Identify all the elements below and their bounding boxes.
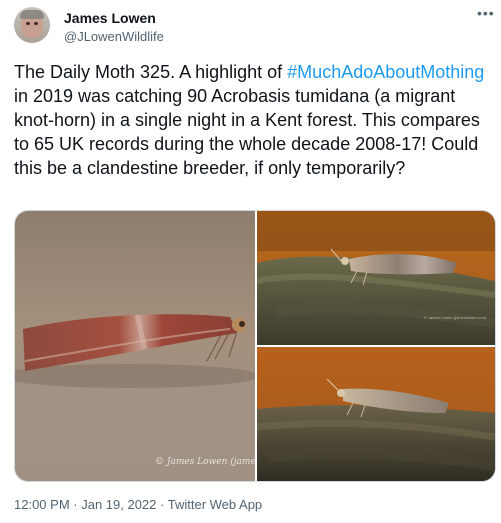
avatar[interactable]	[14, 7, 50, 43]
media-grid: © James Lowen (james © James Lowen (jame…	[14, 210, 496, 482]
more-options-icon[interactable]: •••	[477, 5, 495, 21]
tweet-text-part1: The Daily Moth 325. A highlight of	[14, 62, 288, 82]
tweet-source: Twitter Web App	[167, 497, 263, 512]
tweet-time[interactable]: 12:00 PM	[14, 497, 70, 512]
avatar-hair	[20, 10, 44, 19]
watermark-2: © James Lowen (jameslowen.com)	[424, 315, 487, 320]
watermark-1: © James Lowen (james	[155, 457, 255, 467]
tweet-date[interactable]: Jan 19, 2022	[81, 497, 156, 512]
tweet-card: James Lowen @JLowenWildlife ••• The Dail…	[0, 0, 501, 523]
moth-photo-3[interactable]	[257, 347, 495, 481]
meta-separator: ·	[156, 497, 168, 512]
meta-separator: ·	[69, 497, 82, 512]
hashtag-link[interactable]: #MuchAdoAboutMothing	[287, 62, 484, 82]
moth-photo-2[interactable]: © James Lowen (jameslowen.com)	[257, 211, 495, 345]
tweet-meta: 12:00 PM · Jan 19, 2022 · Twitter Web Ap…	[14, 497, 262, 512]
tweet-text: The Daily Moth 325. A highlight of #Much…	[14, 60, 488, 180]
avatar-eye-left	[26, 22, 30, 25]
moth-photo-1[interactable]: © James Lowen (james	[15, 211, 255, 481]
author-handle[interactable]: @JLowenWildlife	[64, 29, 164, 44]
tweet-text-part2: in 2019 was catching 90 Acrobasis tumida…	[14, 86, 480, 178]
avatar-eye-right	[34, 22, 38, 25]
author-name[interactable]: James Lowen	[64, 10, 156, 26]
